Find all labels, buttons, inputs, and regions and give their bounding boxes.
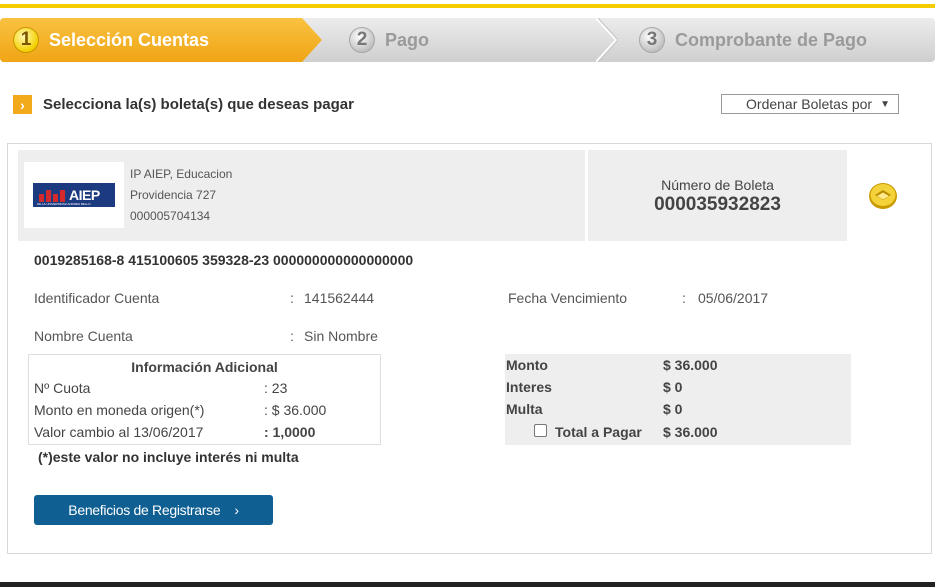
section-title-text: Selecciona la(s) boleta(s) que deseas pa… <box>43 96 354 113</box>
adicional-title: Información Adicional <box>131 359 278 375</box>
step-number: 3 <box>639 27 665 53</box>
step-label: Comprobante de Pago <box>675 29 868 50</box>
arrow-right-icon: › <box>13 95 32 114</box>
total-a-pagar-label: Total a Pagar <box>555 424 642 440</box>
multa-value: $ 0 <box>663 401 683 417</box>
informacion-adicional: Información Adicional Nº Cuota : 23 Mont… <box>28 354 381 445</box>
nombre-cuenta-label: Nombre Cuenta <box>34 328 133 344</box>
adicional-row-value: : 1,0000 <box>264 424 316 440</box>
step-3: 3 Comprobante de Pago <box>639 18 867 62</box>
step-label: Selección Cuentas <box>49 29 210 50</box>
step-2: 2 Pago <box>349 18 429 62</box>
company-name: IP AIEP, Educacion <box>130 167 233 181</box>
step-separator <box>596 18 618 62</box>
button-label: Beneficios de Registrarse <box>68 502 221 518</box>
barcode-number: 0019285168-8 415100605 359328-23 0000000… <box>34 252 414 268</box>
total-a-pagar-checkbox[interactable] <box>534 424 547 437</box>
adicional-note: (*)este valor no incluye interés ni mult… <box>38 449 299 465</box>
section-title: › Selecciona la(s) boleta(s) que deseas … <box>13 95 354 114</box>
company-info: IP AIEP, Educacion Providencia 727 00000… <box>130 164 232 227</box>
total-a-pagar-value: $ 36.000 <box>663 424 718 440</box>
aiep-logo: AIEP DE LA UNIVERSIDAD ANDRES BELLO <box>33 183 115 207</box>
order-boletas-select[interactable]: Ordenar Boletas por ▼ <box>721 94 899 114</box>
coin-icon[interactable] <box>868 182 898 210</box>
fecha-vencimiento-value: 05/06/2017 <box>698 290 769 306</box>
company-box: AIEP DE LA UNIVERSIDAD ANDRES BELLO IP A… <box>18 150 585 241</box>
monto-label: Monto <box>506 357 548 373</box>
beneficios-registrarse-button[interactable]: Beneficios de Registrarse › <box>34 495 273 525</box>
boleta-number-box: Número de Boleta 000035932823 <box>588 150 847 241</box>
step-number: 2 <box>349 27 375 53</box>
identificador-label: Identificador Cuenta <box>34 290 160 306</box>
nombre-cuenta-value: Sin Nombre <box>304 328 378 344</box>
boleta-label: Número de Boleta <box>661 177 774 193</box>
step-label: Pago <box>385 29 430 50</box>
company-address: Providencia 727 <box>130 188 217 202</box>
interes-value: $ 0 <box>663 379 683 395</box>
logo-text: AIEP <box>69 187 100 203</box>
step-1: 1 Selección Cuentas <box>13 18 209 62</box>
bottom-border <box>0 582 935 587</box>
logo-subtext: DE LA UNIVERSIDAD ANDRES BELLO <box>37 202 91 206</box>
monto-value: $ 36.000 <box>663 357 718 373</box>
adicional-row-label: Valor cambio al 13/06/2017 <box>34 424 204 440</box>
boleta-card: AIEP DE LA UNIVERSIDAD ANDRES BELLO IP A… <box>7 143 932 554</box>
top-accent-line <box>0 4 935 8</box>
adicional-row-value: : 23 <box>264 380 288 396</box>
adicional-row-label: Nº Cuota <box>34 380 91 396</box>
caret-down-icon: ▼ <box>880 98 890 110</box>
field-separator: : <box>682 290 686 306</box>
totals-box: Monto $ 36.000 Interes $ 0 Multa $ 0 Tot… <box>505 354 851 445</box>
interes-label: Interes <box>506 379 552 395</box>
multa-label: Multa <box>506 401 543 417</box>
company-code: 000005704134 <box>130 209 211 223</box>
company-logo: AIEP DE LA UNIVERSIDAD ANDRES BELLO <box>24 162 124 228</box>
field-separator: : <box>290 290 294 306</box>
step-progress-bar: 1 Selección Cuentas 2 Pago 3 Comprobante… <box>0 18 935 62</box>
fecha-vencimiento-label: Fecha Vencimiento <box>508 290 628 306</box>
adicional-row-value: : $ 36.000 <box>264 402 327 418</box>
order-select-label: Ordenar Boletas por <box>746 96 873 112</box>
identificador-value: 141562444 <box>304 290 375 306</box>
adicional-row-label: Monto en moneda origen(*) <box>34 402 205 418</box>
chevron-right-icon: › <box>234 502 239 518</box>
field-separator: : <box>290 328 294 344</box>
boleta-number: 000035932823 <box>654 194 781 215</box>
step-number: 1 <box>13 27 39 53</box>
logo-bars <box>39 188 65 202</box>
